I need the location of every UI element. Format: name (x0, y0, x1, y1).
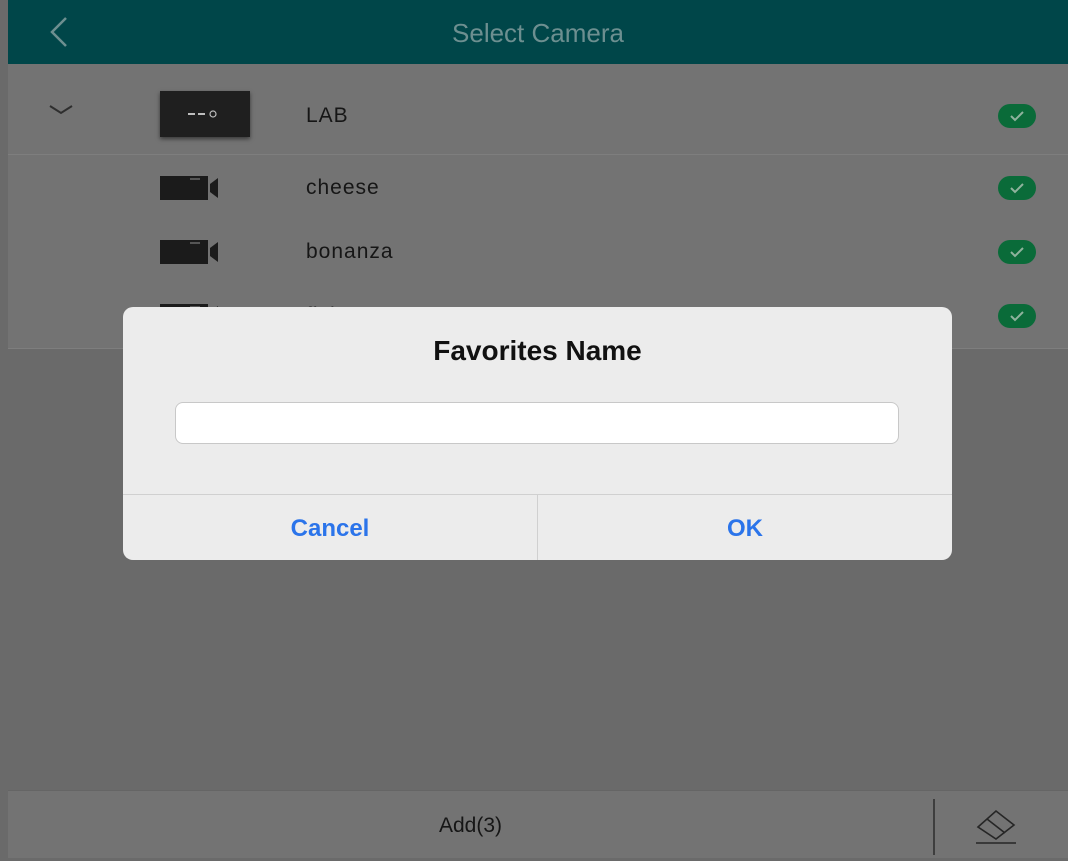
app-header: Select Camera (8, 0, 1068, 64)
check-icon[interactable] (998, 176, 1036, 200)
list-item-nvr[interactable]: LAB (8, 64, 1068, 155)
eraser-icon (976, 809, 1016, 844)
bottom-toolbar: Add(3) (8, 790, 1068, 858)
nvr-name: LAB (306, 104, 349, 127)
dialog-title: Favorites Name (433, 335, 642, 366)
toolbar-divider (933, 799, 935, 855)
list-item-camera[interactable]: cheese (8, 154, 1068, 220)
device-list: LAB cheese bonanza fish (8, 64, 1068, 349)
list-item-camera[interactable]: bonanza (8, 220, 1068, 286)
add-button[interactable]: Add(3) (8, 791, 933, 858)
page-title: Select Camera (452, 18, 624, 48)
ok-button[interactable]: OK (538, 495, 952, 560)
check-icon[interactable] (998, 240, 1036, 264)
nvr-icon (160, 91, 250, 137)
camera-icon (160, 176, 218, 200)
camera-icon (160, 240, 218, 264)
check-icon[interactable] (998, 104, 1036, 128)
check-icon[interactable] (998, 304, 1036, 328)
favorites-name-dialog: Favorites Name Cancel OK (123, 307, 952, 560)
chevron-down-icon[interactable] (48, 102, 74, 118)
clear-button[interactable] (968, 805, 1024, 847)
camera-name: cheese (306, 176, 380, 199)
camera-name: bonanza (306, 240, 394, 263)
favorites-name-input[interactable] (175, 402, 899, 444)
cancel-button[interactable]: Cancel (123, 495, 537, 560)
